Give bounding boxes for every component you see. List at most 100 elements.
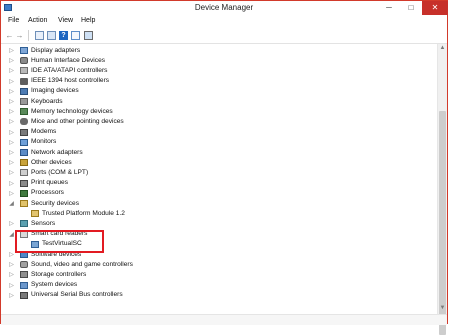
- expand-arrow-icon[interactable]: ▷: [8, 159, 15, 167]
- sensor-icon: [20, 220, 28, 228]
- tree-category-item[interactable]: ▷ Universal Serial Bus controllers: [1, 291, 431, 301]
- tree-category-item[interactable]: ▷ Processors: [1, 189, 431, 199]
- menu-action[interactable]: Action: [28, 17, 47, 24]
- expand-arrow-icon[interactable]: ▷: [8, 190, 15, 198]
- minimize-button[interactable]: ─: [378, 1, 400, 15]
- tree-item-label: Mice and other pointing devices: [31, 117, 124, 125]
- collapse-arrow-icon[interactable]: ◢: [8, 200, 15, 208]
- printer-icon: [20, 179, 28, 187]
- tree-item-label: Human Interface Devices: [31, 56, 106, 64]
- properties-icon[interactable]: [35, 31, 44, 40]
- expand-arrow-icon[interactable]: ▷: [8, 67, 15, 75]
- tree-category-item[interactable]: ▷ Memory technology devices: [1, 107, 431, 117]
- tree-item-label: Security devices: [31, 199, 80, 207]
- tree-category-item[interactable]: ◢ Security devices: [1, 199, 431, 209]
- expand-arrow-icon[interactable]: ▷: [8, 78, 15, 86]
- tree-category-item[interactable]: ▷ Storage controllers: [1, 270, 431, 280]
- close-button[interactable]: ✕: [422, 1, 448, 15]
- expand-arrow-icon[interactable]: ▷: [8, 149, 15, 157]
- expand-arrow-icon[interactable]: ▷: [8, 251, 15, 259]
- scroll-thumb[interactable]: [439, 111, 446, 335]
- vertical-scrollbar[interactable]: ▲ ▼: [437, 44, 447, 335]
- tree-item-label: System devices: [31, 281, 78, 289]
- expand-arrow-icon[interactable]: ▷: [8, 118, 15, 126]
- expand-arrow-icon[interactable]: ▷: [8, 47, 15, 55]
- forward-button[interactable]: →: [15, 31, 24, 40]
- title-bar[interactable]: Device Manager ─ □ ✕: [1, 1, 448, 15]
- tree-item-label: Other devices: [31, 158, 72, 166]
- device-tree: ▷ Display adapters ▷ Human Interface Device…: [1, 44, 437, 314]
- ieee1394-icon: [20, 77, 28, 85]
- tree-item-label: Network adapters: [31, 148, 83, 156]
- tree-category-item[interactable]: ▷ Human Interface Devices: [1, 56, 431, 66]
- expand-arrow-icon[interactable]: ▷: [8, 180, 15, 188]
- other-devices-icon: [20, 159, 28, 167]
- back-button[interactable]: ←: [5, 31, 14, 40]
- network-adapter-icon: [20, 149, 28, 156]
- expand-arrow-icon[interactable]: ▷: [8, 129, 15, 137]
- expand-arrow-icon[interactable]: ▷: [8, 98, 15, 106]
- tree-item-label: Display adapters: [31, 46, 81, 54]
- expand-arrow-icon[interactable]: ▷: [8, 261, 15, 269]
- tree-category-item[interactable]: ▷ Network adapters: [1, 148, 431, 158]
- tree-category-item[interactable]: ▷ Other devices: [1, 158, 431, 168]
- expand-arrow-icon[interactable]: ▷: [8, 169, 15, 177]
- modem-icon: [20, 128, 28, 136]
- tree-item-label: IDE ATA/ATAPI controllers: [31, 66, 108, 74]
- monitor-scan-icon[interactable]: [84, 31, 93, 40]
- expand-arrow-icon[interactable]: ▷: [8, 292, 15, 300]
- tree-category-item[interactable]: ▷ Keyboards: [1, 97, 431, 107]
- menu-file[interactable]: File: [8, 17, 19, 24]
- expand-arrow-icon[interactable]: ▷: [8, 108, 15, 116]
- help-icon[interactable]: ?: [59, 31, 68, 40]
- mouse-icon: [20, 118, 28, 126]
- tree-item-label: Universal Serial Bus controllers: [31, 291, 123, 299]
- menu-help[interactable]: Help: [81, 17, 95, 24]
- menu-bar: File Action View Help: [1, 15, 447, 28]
- show-hide-console-tree-icon[interactable]: [47, 31, 56, 40]
- tree-category-item[interactable]: ▷ IEEE 1394 host controllers: [1, 77, 431, 87]
- processor-icon: [20, 189, 28, 197]
- tree-item-label: Print queues: [31, 179, 69, 187]
- tpm-icon: [31, 210, 39, 218]
- tree-item-label: Imaging devices: [31, 87, 79, 95]
- tree-category-item[interactable]: ▷ Monitors: [1, 138, 431, 148]
- expand-arrow-icon[interactable]: ▷: [8, 139, 15, 147]
- toolbar-separator: [28, 30, 29, 41]
- collapse-arrow-icon[interactable]: ◢: [8, 231, 15, 239]
- tree-category-item[interactable]: ▷ Print queues: [1, 179, 431, 189]
- tree-category-item[interactable]: ▷ Ports (COM & LPT): [1, 168, 431, 178]
- expand-arrow-icon[interactable]: ▷: [8, 88, 15, 96]
- tree-category-item[interactable]: ▷ Sound, video and game controllers: [1, 260, 431, 270]
- expand-arrow-icon[interactable]: ▷: [8, 282, 15, 290]
- tree-category-item[interactable]: ▷ System devices: [1, 281, 431, 291]
- tree-item-label: Sound, video and game controllers: [31, 260, 133, 268]
- sound-controller-icon: [20, 261, 28, 269]
- scroll-up-icon[interactable]: ▲: [438, 44, 447, 53]
- device-manager-window: Device Manager ─ □ ✕ File Action View He…: [0, 0, 448, 335]
- tree-item-label: Modems: [31, 128, 57, 136]
- menu-view[interactable]: View: [58, 17, 73, 24]
- tree-category-item[interactable]: ▷ Display adapters: [1, 46, 431, 56]
- tree-category-item[interactable]: ▷ Sensors: [1, 219, 431, 229]
- system-device-icon: [20, 281, 28, 289]
- status-bar: [1, 314, 447, 325]
- monitor-icon: [20, 138, 28, 146]
- tree-category-item[interactable]: ▷ IDE ATA/ATAPI controllers: [1, 66, 431, 76]
- ide-controller-icon: [20, 67, 28, 75]
- keyboard-icon: [20, 98, 28, 105]
- expand-arrow-icon[interactable]: ▷: [8, 220, 15, 228]
- tree-item-label: Trusted Platform Module 1.2: [42, 209, 125, 217]
- tree-item-label: Storage controllers: [31, 270, 87, 278]
- expand-arrow-icon[interactable]: ▷: [8, 271, 15, 279]
- imaging-device-icon: [20, 87, 28, 95]
- expand-arrow-icon[interactable]: ▷: [8, 57, 15, 65]
- usb-controller-icon: [20, 291, 28, 299]
- maximize-button[interactable]: □: [400, 1, 422, 15]
- tree-category-item[interactable]: ▷ Imaging devices: [1, 87, 431, 97]
- tree-category-item[interactable]: ▷ Modems: [1, 128, 431, 138]
- scroll-down-icon[interactable]: ▼: [438, 304, 447, 313]
- tree-category-item[interactable]: ▷ Mice and other pointing devices: [1, 117, 431, 127]
- tree-child-item[interactable]: Trusted Platform Module 1.2: [1, 209, 431, 219]
- scan-hardware-icon[interactable]: [71, 31, 80, 40]
